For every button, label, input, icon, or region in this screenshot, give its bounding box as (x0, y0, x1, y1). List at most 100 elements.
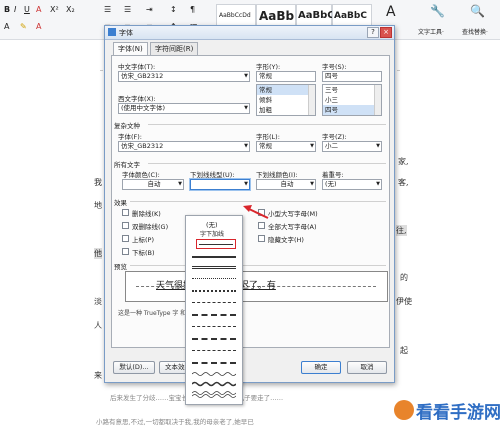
underline-dash-long-option[interactable] (192, 326, 236, 327)
underline-dash-dot-option[interactable] (192, 338, 236, 340)
sort-icon[interactable]: ↕ (170, 5, 177, 14)
underline-icon[interactable]: U (24, 5, 30, 14)
show-marks-icon[interactable]: ¶ (190, 5, 195, 14)
underline-dotted-option[interactable] (192, 278, 236, 279)
doc-text: 往, (396, 225, 407, 236)
font-color-select[interactable]: 自动 ▼ (122, 179, 184, 190)
small-caps-label: 小型大写字母(M) (268, 210, 318, 218)
underline-wavy-options[interactable] (192, 370, 236, 400)
all-text-section-title: 所有文字 (114, 161, 140, 169)
complex-size-select[interactable]: 小二 ▼ (322, 141, 382, 152)
doc-text: 我 (94, 178, 102, 187)
text-style-icon[interactable]: A (386, 4, 396, 20)
bullet-list-icon[interactable]: ☰ (104, 5, 111, 14)
doc-text: 伊使 (396, 297, 412, 306)
hidden-checkbox[interactable] (258, 235, 265, 242)
style-list[interactable]: 常规 倾斜 加粗 (256, 84, 316, 116)
dialog-titlebar[interactable]: 字体 ? × (105, 26, 394, 40)
all-caps-checkbox[interactable] (258, 222, 265, 229)
number-list-icon[interactable]: ☰ (124, 5, 131, 14)
underline-words-option[interactable]: 字下加线 (200, 229, 224, 238)
list-item[interactable]: 小三 (323, 95, 381, 105)
text-effect-icon[interactable]: A (4, 22, 9, 31)
doc-text: 来 (94, 371, 102, 380)
tools-icon[interactable]: 🔧 (430, 4, 445, 18)
complex-style-select[interactable]: 常规 ▼ (256, 141, 316, 152)
emphasis-label: 着重号: (322, 171, 344, 179)
app-icon (108, 28, 116, 36)
watermark: 看看手游网 (392, 392, 500, 428)
cancel-button[interactable]: 取消 (347, 361, 387, 374)
chevron-down-icon: ▼ (310, 181, 314, 187)
list-item[interactable]: 常规 (257, 85, 315, 95)
emphasis-select[interactable]: (无) ▼ (322, 179, 382, 190)
superscript-icon[interactable]: X² (50, 5, 59, 14)
annotation-arrow (243, 205, 269, 219)
underline-color-select[interactable]: 自动 ▼ (256, 179, 316, 190)
font-color-label: 字体颜色(C): (122, 171, 160, 179)
subscript-icon[interactable]: X₂ (66, 5, 75, 14)
doc-text: 小路有意思,不过,一切都取决于我,我的母亲老了,她早已 (96, 418, 254, 426)
preview-box: 天气很好来的太迟,太迟了。有 (125, 271, 388, 302)
complex-font-select[interactable]: 仿宋_GB2312 ▼ (118, 141, 250, 152)
text-tool-label[interactable]: 文字工具· (418, 27, 444, 36)
underline-double-wavy-option[interactable] (192, 391, 236, 395)
list-item[interactable]: 倾斜 (257, 95, 315, 105)
tab-font[interactable]: 字体(N) (113, 42, 148, 56)
underline-heavy-dash-dot-option[interactable] (192, 362, 236, 364)
watermark-text: 看看手游网 (416, 403, 500, 423)
highlight-icon[interactable]: ✎ (20, 22, 27, 31)
western-font-select[interactable]: (使用中文字体) ▼ (118, 103, 250, 114)
underline-double-option[interactable] (192, 266, 236, 269)
find-replace-icon[interactable]: 🔍 (470, 4, 485, 18)
chinese-font-select[interactable]: 仿宋_GB2312 ▼ (118, 71, 250, 82)
help-button[interactable]: ? (367, 27, 379, 38)
doc-text: 起 (400, 346, 408, 355)
chevron-down-icon: ▼ (244, 181, 248, 187)
subscript-checkbox[interactable] (122, 248, 129, 255)
ok-button[interactable]: 确定 (301, 361, 341, 374)
style-input[interactable]: 常规 (256, 71, 316, 82)
font-color-icon[interactable]: A (36, 5, 41, 14)
tab-char-spacing[interactable]: 字符间距(R) (150, 42, 199, 55)
find-replace-label[interactable]: 查找替换· (462, 27, 488, 36)
close-button[interactable]: × (380, 27, 392, 38)
default-button[interactable]: 默认(D)... (113, 361, 155, 374)
underline-type-dropdown[interactable]: (无) 字下加线 (185, 215, 243, 405)
doc-text: 客, (398, 178, 409, 187)
annotation-arrowhead (243, 205, 252, 212)
underline-heavy-wavy-option[interactable] (192, 381, 236, 387)
size-list[interactable]: 三号 小三 四号 (322, 84, 382, 116)
doc-text: 家, (398, 157, 409, 166)
scrollbar[interactable] (308, 85, 315, 115)
list-item[interactable]: 三号 (323, 85, 381, 95)
complex-section-title: 复杂文种 (114, 122, 140, 130)
preview-section-title: 预览 (114, 263, 127, 271)
strikethrough-checkbox[interactable] (122, 209, 129, 216)
list-item[interactable]: 四号 (323, 105, 381, 115)
chinese-font-label: 中文字体(T): (118, 63, 156, 71)
indent-icon[interactable]: ⇥ (146, 5, 153, 14)
underline-heavy-dashed-option[interactable] (192, 314, 236, 316)
underline-none-option[interactable]: (无) (206, 219, 218, 229)
font-color-2-icon[interactable]: A (36, 22, 41, 31)
underline-thick-option[interactable] (192, 256, 236, 258)
divider (148, 163, 386, 164)
superscript-checkbox[interactable] (122, 235, 129, 242)
underline-heavy-dotted-option[interactable] (192, 290, 236, 292)
bold-icon[interactable]: B (4, 5, 10, 14)
underline-wavy-option[interactable] (192, 372, 236, 376)
underline-type-select[interactable]: ▼ (190, 179, 250, 190)
size-input[interactable]: 四号 (322, 71, 382, 82)
list-item[interactable]: 加粗 (257, 105, 315, 115)
scrollbar[interactable] (374, 85, 381, 115)
double-strike-checkbox[interactable] (122, 222, 129, 229)
underline-dash-dot-dot-option[interactable] (192, 350, 236, 351)
doc-text: 地 (94, 201, 102, 210)
underline-dashed-option[interactable] (192, 302, 236, 303)
italic-icon[interactable]: I (14, 5, 16, 14)
subscript-label: 下标(B) (132, 249, 155, 257)
all-caps-label: 全部大写字母(A) (268, 223, 317, 231)
divider (148, 124, 386, 125)
underline-single-option[interactable] (199, 244, 233, 245)
